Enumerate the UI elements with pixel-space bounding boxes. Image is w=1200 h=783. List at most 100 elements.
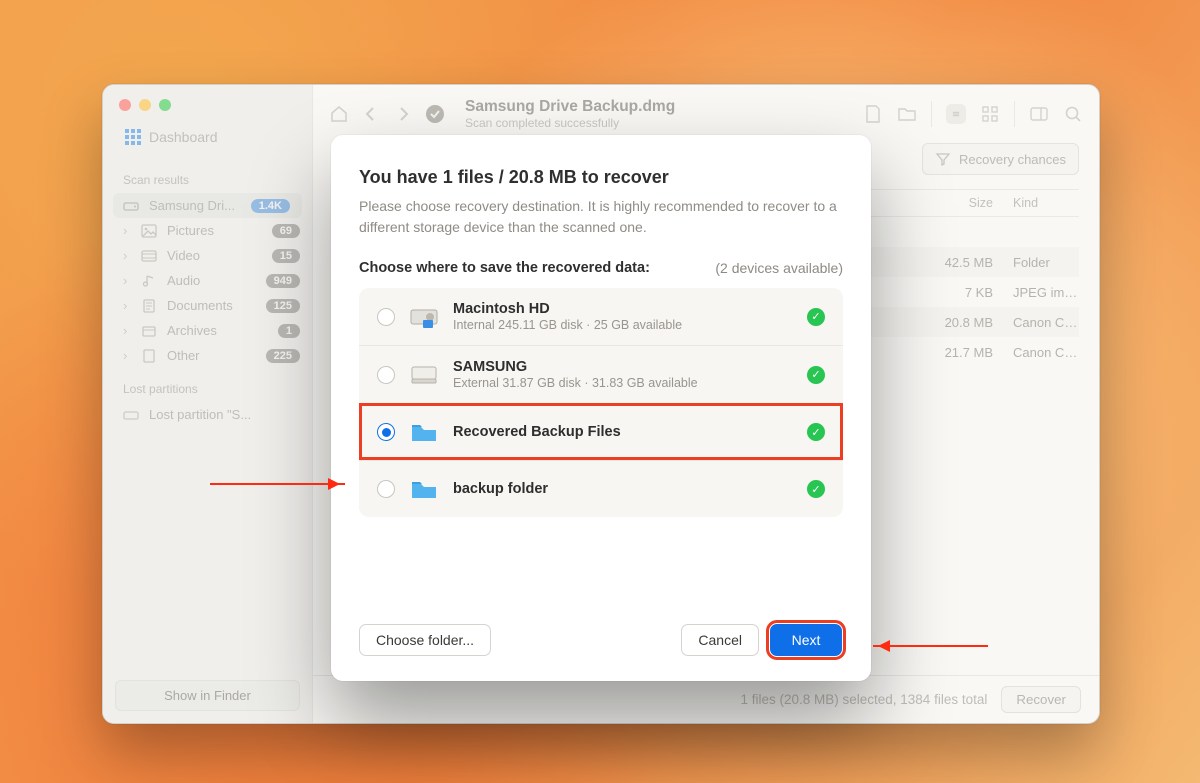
dialog-title: You have 1 files / 20.8 MB to recover [359,167,843,188]
window-controls [103,85,312,121]
back-icon[interactable] [361,104,381,124]
destination-list: Macintosh HD Internal 245.11 GB disk · 2… [359,288,843,517]
checkmark-circle-icon [425,104,445,124]
choose-folder-button[interactable]: Choose folder... [359,624,491,656]
sidebar-item-label: Documents [167,298,233,313]
recovery-destination-dialog: You have 1 files / 20.8 MB to recover Pl… [331,135,871,681]
next-button-highlight: Next [769,623,843,657]
home-icon[interactable] [329,104,349,124]
folder-icon[interactable] [897,104,917,124]
recover-button[interactable]: Recover [1001,686,1081,713]
separator [1014,101,1015,127]
window-subtitle: Scan completed successfully [465,116,675,130]
sidebar-dashboard[interactable]: Dashboard [103,121,312,159]
minimize-icon[interactable] [139,99,151,111]
chevron-right-icon: › [123,323,131,338]
sidebar-item-label: Lost partition "S... [149,407,251,422]
count-badge: 125 [266,299,300,313]
count-badge: 1.4K [251,199,290,213]
chevron-right-icon: › [123,298,131,313]
count-badge: 69 [272,224,300,238]
window-title: Samsung Drive Backup.dmg [465,98,675,116]
sidebar-item-pictures[interactable]: › Pictures 69 [103,218,312,243]
sidebar-item-label: Samsung Dri... [149,198,235,213]
sidebar-item-label: Audio [167,273,200,288]
dialog-description: Please choose recovery destination. It i… [359,196,843,238]
internal-drive-icon [409,302,439,332]
drive-icon [123,408,139,422]
check-circle-icon: ✓ [807,423,825,441]
dashboard-label: Dashboard [149,129,218,145]
chevron-right-icon: › [123,273,131,288]
close-icon[interactable] [119,99,131,111]
pictures-icon [141,224,157,238]
annotation-arrow [873,645,988,647]
destination-name: backup folder [453,481,793,497]
radio-button[interactable] [377,480,395,498]
sidebar-toggle-icon[interactable] [1029,104,1049,124]
cancel-button[interactable]: Cancel [681,624,759,656]
drive-icon [123,199,139,213]
annotation-arrow [210,483,345,485]
list-view-icon[interactable] [946,104,966,124]
sidebar-item-other[interactable]: › Other 225 [103,343,312,368]
status-bar: 1 files (20.8 MB) selected, 1384 files t… [313,675,1099,723]
folder-icon [409,417,439,447]
sidebar-item-label: Video [167,248,200,263]
check-circle-icon: ✓ [807,366,825,384]
destination-meta: External 31.87 GB disk · 31.83 GB availa… [453,376,793,390]
sidebar-item-samsung-drive[interactable]: Samsung Dri... 1.4K [113,193,302,218]
audio-icon [141,274,157,288]
folder-icon [409,474,439,504]
check-circle-icon: ✓ [807,308,825,326]
filter-icon [935,151,951,167]
forward-icon[interactable] [393,104,413,124]
recovery-chances-button[interactable]: Recovery chances [922,143,1079,175]
show-in-finder-button[interactable]: Show in Finder [115,680,300,711]
destination-backup-folder[interactable]: backup folder ✓ [359,460,843,517]
selection-status: 1 files (20.8 MB) selected, 1384 files t… [740,692,987,707]
archives-icon [141,324,157,338]
col-kind[interactable]: Kind [1013,196,1079,210]
dashboard-icon [125,129,141,145]
destination-name: Recovered Backup Files [453,424,793,440]
search-icon[interactable] [1063,104,1083,124]
radio-button[interactable] [377,308,395,326]
dialog-subheading: Choose where to save the recovered data: [359,260,650,276]
destination-name: Macintosh HD [453,301,793,317]
recovery-chances-label: Recovery chances [959,152,1066,167]
radio-button[interactable] [377,423,395,441]
sidebar: Dashboard Scan results Samsung Dri... 1.… [103,85,313,723]
check-circle-icon: ✓ [807,480,825,498]
sidebar-item-audio[interactable]: › Audio 949 [103,268,312,293]
chevron-right-icon: › [123,223,131,238]
destination-meta: Internal 245.11 GB disk · 25 GB availabl… [453,318,793,332]
group-lost-partitions: Lost partitions [103,368,312,402]
sidebar-item-label: Archives [167,323,217,338]
count-badge: 15 [272,249,300,263]
sidebar-item-documents[interactable]: › Documents 125 [103,293,312,318]
radio-button[interactable] [377,366,395,384]
maximize-icon[interactable] [159,99,171,111]
sidebar-item-lost-partition[interactable]: Lost partition "S... [103,402,312,427]
col-size[interactable]: Size [893,196,1013,210]
chevron-right-icon: › [123,348,131,363]
next-button[interactable]: Next [770,624,842,656]
other-icon [141,349,157,363]
grid-view-icon[interactable] [980,104,1000,124]
video-icon [141,249,157,263]
separator [931,101,932,127]
file-icon[interactable] [863,104,883,124]
destination-recovered-backup-files[interactable]: Recovered Backup Files ✓ [359,403,843,460]
destination-samsung[interactable]: SAMSUNG External 31.87 GB disk · 31.83 G… [359,345,843,403]
external-drive-icon [409,360,439,390]
count-badge: 1 [278,324,300,338]
sidebar-item-label: Pictures [167,223,214,238]
sidebar-item-archives[interactable]: › Archives 1 [103,318,312,343]
sidebar-item-video[interactable]: › Video 15 [103,243,312,268]
destination-name: SAMSUNG [453,359,793,375]
dialog-footer: Choose folder... Cancel Next [331,623,871,681]
count-badge: 225 [266,349,300,363]
destination-macintosh-hd[interactable]: Macintosh HD Internal 245.11 GB disk · 2… [359,288,843,345]
documents-icon [141,299,157,313]
